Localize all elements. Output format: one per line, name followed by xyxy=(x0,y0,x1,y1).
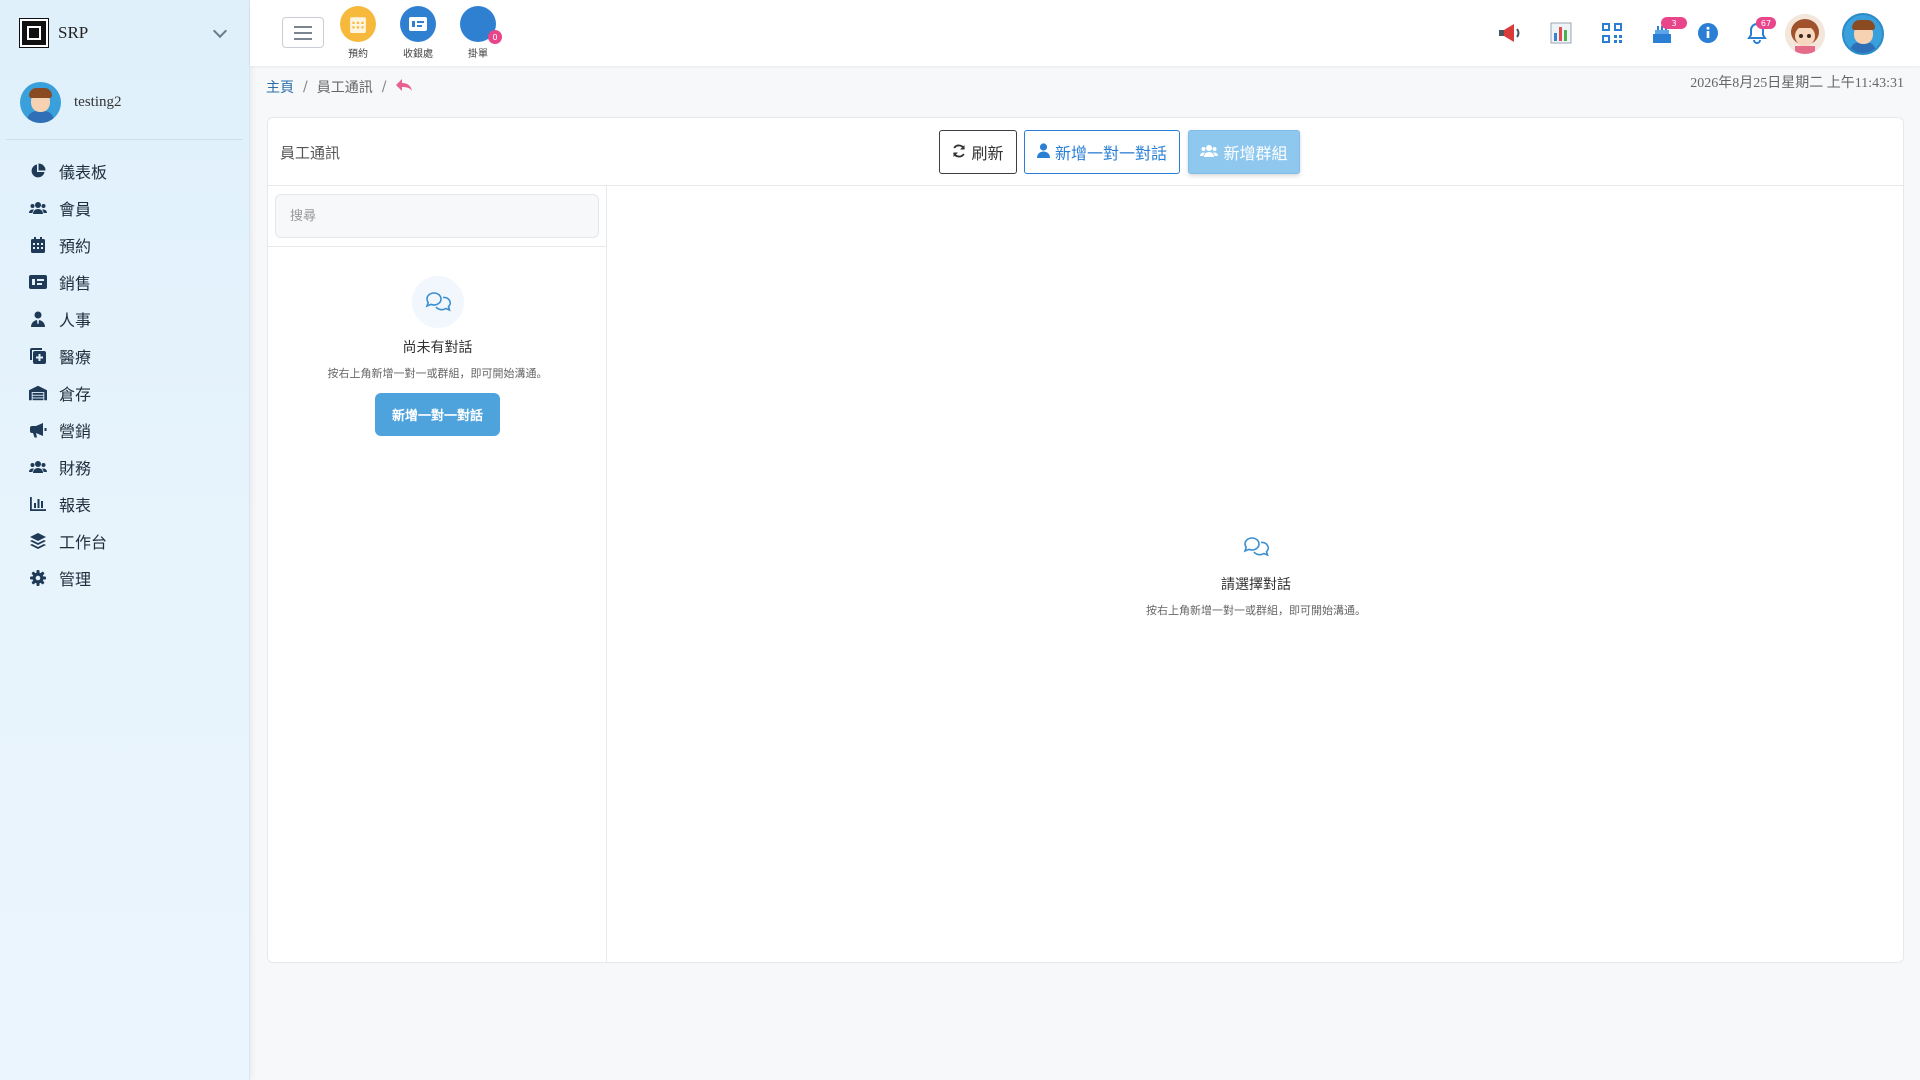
empty-list-title: 尚未有對話 xyxy=(402,340,473,356)
breadcrumb-separator: / xyxy=(381,79,387,95)
sidebar-item-label: 管理 xyxy=(59,569,92,589)
sidebar-item-reports[interactable]: 報表 xyxy=(0,485,249,522)
bell-icon[interactable]: 67 xyxy=(1744,17,1776,45)
announcement-icon[interactable] xyxy=(1497,21,1523,45)
sidebar: SRP testing2 儀表板 會員 預約 銷售 人事 醫療 倉存 營銷 財務… xyxy=(0,0,250,1080)
layers-icon xyxy=(29,532,47,550)
notification-count-badge: 67 xyxy=(1756,17,1776,29)
megaphone-icon xyxy=(29,421,47,439)
cake-count-badge: 3 xyxy=(1661,17,1687,29)
bar-chart-icon[interactable] xyxy=(1548,21,1574,45)
chat-bubbles-icon xyxy=(608,536,1904,562)
chat-panel: 員工通訊 刷新 新增一對一對話 新增群組 尚未有對話 按右上角新增一對一或群組，… xyxy=(267,117,1904,963)
sidebar-item-label: 會員 xyxy=(59,199,92,219)
chat-bubbles-icon xyxy=(411,276,464,328)
qr-code-icon[interactable] xyxy=(1599,21,1625,45)
new-direct-chat-label: 新增一對一對話 xyxy=(1054,144,1167,163)
user-avatar[interactable] xyxy=(1842,13,1884,55)
select-conversation-subtitle: 按右上角新增一對一或群組，即可開始溝通。 xyxy=(1146,604,1366,617)
sidebar-item-label: 人事 xyxy=(59,310,92,330)
info-icon[interactable] xyxy=(1695,21,1721,45)
sidebar-item-hr[interactable]: 人事 xyxy=(0,300,249,337)
birthday-cake-icon[interactable]: 3 xyxy=(1649,17,1687,45)
sidebar-item-label: 報表 xyxy=(59,495,92,515)
brand-name: SRP xyxy=(58,23,89,42)
user-tie-icon xyxy=(29,310,47,328)
users-icon xyxy=(29,458,47,476)
conversation-list-pane: 尚未有對話 按右上角新增一對一或群組，即可開始溝通。 新增一對一對話 xyxy=(268,186,607,962)
user-icon xyxy=(1036,142,1050,162)
users-icon xyxy=(1200,143,1219,162)
brand-logo xyxy=(19,18,49,48)
sidebar-item-label: 醫療 xyxy=(59,347,92,367)
chevron-down-icon[interactable] xyxy=(212,23,228,39)
sidebar-item-label: 預約 xyxy=(59,236,92,256)
back-arrow-icon[interactable] xyxy=(395,78,413,96)
sidebar-item-label: 工作台 xyxy=(59,532,108,552)
warehouse-icon xyxy=(29,384,47,402)
new-group-button[interactable]: 新增群組 xyxy=(1188,130,1300,174)
refresh-button[interactable]: 刷新 xyxy=(939,130,1017,174)
breadcrumb-separator: / xyxy=(303,79,308,95)
sidebar-item-label: 財務 xyxy=(59,458,92,478)
breadcrumb-current: 員工通訊 xyxy=(316,80,373,96)
empty-conversation-list: 尚未有對話 按右上角新增一對一或群組，即可開始溝通。 新增一對一對話 xyxy=(268,276,607,436)
sidebar-item-workbench[interactable]: 工作台 xyxy=(0,522,249,559)
conversation-view-pane: 請選擇對話 按右上角新增一對一或群組，即可開始溝通。 xyxy=(608,186,1904,962)
sidebar-item-members[interactable]: 會員 xyxy=(0,189,249,226)
refresh-label: 刷新 xyxy=(971,144,1004,163)
page-title: 員工通訊 xyxy=(280,144,341,162)
money-card-icon xyxy=(29,273,47,291)
new-group-label: 新增群組 xyxy=(1223,144,1288,163)
select-conversation-title: 請選擇對話 xyxy=(1221,577,1291,593)
sidebar-item-medical[interactable]: 醫療 xyxy=(0,337,249,374)
sidebar-item-marketing[interactable]: 營銷 xyxy=(0,411,249,448)
sidebar-item-booking[interactable]: 預約 xyxy=(0,226,249,263)
divider xyxy=(268,246,607,247)
new-direct-chat-button[interactable]: 新增一對一對話 xyxy=(1024,130,1180,174)
current-datetime: 2026年8月25日星期二 上午11:43:31 xyxy=(1690,76,1904,91)
refresh-icon xyxy=(952,143,966,162)
medical-icon xyxy=(29,347,47,365)
staff-avatar[interactable] xyxy=(1785,14,1825,54)
breadcrumb-home-link[interactable]: 主頁 xyxy=(266,77,294,97)
empty-list-subtitle: 按右上角新增一對一或群組，即可開始溝通。 xyxy=(327,367,548,380)
sidebar-item-dashboard[interactable]: 儀表板 xyxy=(0,152,249,189)
no-conversation-selected: 請選擇對話 按右上角新增一對一或群組，即可開始溝通。 xyxy=(608,536,1904,618)
sidebar-item-sales[interactable]: 銷售 xyxy=(0,263,249,300)
sidebar-item-finance[interactable]: 財務 xyxy=(0,448,249,485)
calendar-icon xyxy=(29,236,47,254)
start-direct-chat-button[interactable]: 新增一對一對話 xyxy=(375,393,500,436)
sidebar-item-admin[interactable]: 管理 xyxy=(0,559,249,596)
sidebar-item-label: 倉存 xyxy=(59,384,92,404)
gear-icon xyxy=(29,569,47,587)
user-name: testing2 xyxy=(74,94,122,110)
panel-header: 員工通訊 刷新 新增一對一對話 新增群組 xyxy=(268,118,1903,186)
breadcrumb: 主頁 / 員工通訊 / xyxy=(266,77,413,97)
search-input[interactable] xyxy=(275,194,599,238)
sidebar-item-label: 銷售 xyxy=(59,273,92,293)
sidebar-item-warehouse[interactable]: 倉存 xyxy=(0,374,249,411)
users-icon xyxy=(29,199,47,217)
sidebar-nav: 儀表板 會員 預約 銷售 人事 醫療 倉存 營銷 財務 報表 工作台 管理 xyxy=(0,140,249,596)
top-bar: 預約 收銀處 0 掛單 3 67 xyxy=(250,0,1920,66)
sidebar-item-label: 營銷 xyxy=(59,421,92,441)
pie-chart-icon xyxy=(29,162,47,180)
brand-header[interactable]: SRP xyxy=(0,0,249,66)
user-profile[interactable]: testing2 xyxy=(6,66,243,140)
bar-chart-icon xyxy=(29,495,47,513)
avatar xyxy=(20,82,61,123)
sidebar-item-label: 儀表板 xyxy=(59,162,108,182)
